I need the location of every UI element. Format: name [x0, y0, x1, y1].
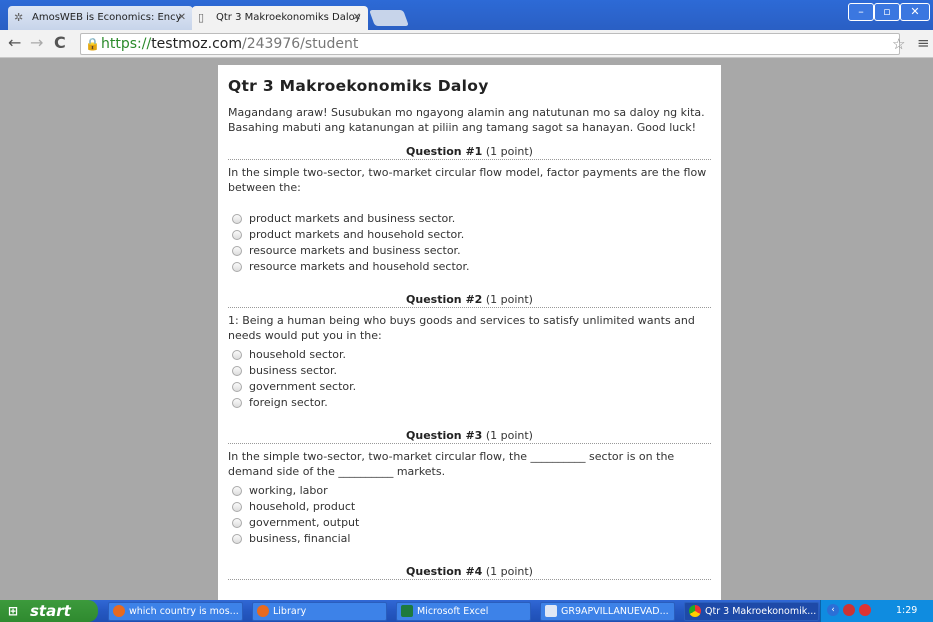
question-header: Question #3 (1 point) [228, 429, 711, 444]
tab-title: AmosWEB is Economics: Ency [32, 12, 182, 23]
windows-taskbar: ⊞ start which country is mos... Library … [0, 600, 933, 622]
tab-close-icon[interactable]: ✕ [353, 6, 361, 30]
taskbar-clock: 1:29 PM [896, 605, 918, 616]
tab-quiz[interactable]: ▯ Qtr 3 Makroekonomiks Daloy ✕ [192, 6, 368, 30]
question-2: Question #2 (1 point) 1: Being a human b… [228, 293, 711, 411]
browser-titlebar: ✲ AmosWEB is Economics: Ency ✕ ▯ Qtr 3 M… [0, 0, 933, 30]
question-header: Question #2 (1 point) [228, 293, 711, 308]
tab-title: Qtr 3 Makroekonomiks Daloy [216, 12, 361, 23]
close-window-button[interactable]: ✕ [900, 3, 930, 21]
reload-icon[interactable]: C [54, 34, 66, 52]
system-tray: ‹ 1:29 PM [820, 600, 933, 622]
excel-icon [401, 605, 413, 617]
question-4: Question #4 (1 point) [228, 565, 711, 580]
radio-button[interactable] [232, 262, 242, 272]
bookmark-star-icon[interactable]: ☆ [892, 35, 905, 53]
url-text: https://testmoz.com/243976/student [101, 36, 359, 52]
minimize-button[interactable]: – [848, 3, 874, 21]
question-1: Question #1 (1 point) In the simple two-… [228, 145, 711, 275]
answer-option[interactable]: business sector. [228, 363, 711, 379]
radio-button[interactable] [232, 502, 242, 512]
radio-button[interactable] [232, 518, 242, 528]
amosweb-favicon-icon: ✲ [14, 11, 24, 24]
radio-button[interactable] [232, 246, 242, 256]
page-icon: ▯ [198, 11, 205, 24]
firefox-icon [113, 605, 125, 617]
radio-button[interactable] [232, 534, 242, 544]
answer-option[interactable]: resource markets and business sector. [228, 243, 711, 259]
radio-button[interactable] [232, 214, 242, 224]
document-icon [545, 605, 557, 617]
taskbar-button-library[interactable]: Library [252, 602, 387, 621]
new-tab-button[interactable] [369, 10, 409, 26]
answer-option[interactable]: household, product [228, 499, 711, 515]
browser-toolbar: ← → C 🔒 https://testmoz.com/243976/stude… [0, 30, 933, 58]
forward-arrow-icon[interactable]: → [30, 34, 43, 52]
lock-icon: 🔒 [85, 37, 100, 51]
tray-arrow-icon[interactable]: ‹ [827, 604, 839, 616]
radio-button[interactable] [232, 382, 242, 392]
back-arrow-icon[interactable]: ← [8, 34, 21, 52]
radio-button[interactable] [232, 350, 242, 360]
answer-option[interactable]: government, output [228, 515, 711, 531]
quiz-intro: Magandang araw! Susubukan mo ngayong ala… [228, 106, 705, 134]
answer-option[interactable]: product markets and household sector. [228, 227, 711, 243]
tray-security-icon[interactable] [859, 604, 871, 616]
taskbar-button-chrome[interactable]: Qtr 3 Makroekonomik... [684, 602, 819, 621]
question-text: 1: Being a human being who buys goods an… [228, 314, 695, 342]
page-title: Qtr 3 Makroekonomiks Daloy [228, 77, 489, 95]
firefox-icon [257, 605, 269, 617]
question-3: Question #3 (1 point) In the simple two-… [228, 429, 711, 547]
answer-option[interactable]: household sector. [228, 347, 711, 363]
address-bar[interactable]: 🔒 https://testmoz.com/243976/student [80, 33, 900, 55]
windows-flag-icon: ⊞ [8, 604, 19, 618]
radio-button[interactable] [232, 230, 242, 240]
answer-option[interactable]: product markets and business sector. [228, 211, 711, 227]
tab-amosweb[interactable]: ✲ AmosWEB is Economics: Ency ✕ [8, 6, 193, 30]
radio-button[interactable] [232, 486, 242, 496]
chrome-icon [689, 605, 701, 617]
question-header: Question #1 (1 point) [228, 145, 711, 160]
radio-button[interactable] [232, 398, 242, 408]
taskbar-button-excel[interactable]: Microsoft Excel [396, 602, 531, 621]
maximize-button[interactable]: ▫ [874, 3, 900, 21]
answer-option[interactable]: foreign sector. [228, 395, 711, 411]
taskbar-button-document[interactable]: GR9APVILLANUEVAD... [540, 602, 675, 621]
start-button[interactable]: ⊞ start [0, 600, 98, 622]
question-text: In the simple two-sector, two-market cir… [228, 166, 707, 194]
answer-option[interactable]: government sector. [228, 379, 711, 395]
page-viewport: Qtr 3 Makroekonomiks Daloy Magandang ara… [0, 59, 933, 600]
tab-close-icon[interactable]: ✕ [178, 6, 186, 30]
quiz-sheet: Qtr 3 Makroekonomiks Daloy Magandang ara… [218, 65, 721, 600]
answer-option[interactable]: working, labor [228, 483, 711, 499]
tray-network-icon[interactable] [843, 604, 855, 616]
answer-option[interactable]: business, financial [228, 531, 711, 547]
question-text: In the simple two-sector, two-market cir… [228, 450, 675, 478]
radio-button[interactable] [232, 366, 242, 376]
chrome-menu-icon[interactable]: ≡ [917, 36, 930, 51]
question-header: Question #4 (1 point) [228, 565, 711, 580]
taskbar-button-firefox-search[interactable]: which country is mos... [108, 602, 243, 621]
answer-option[interactable]: resource markets and household sector. [228, 259, 711, 275]
